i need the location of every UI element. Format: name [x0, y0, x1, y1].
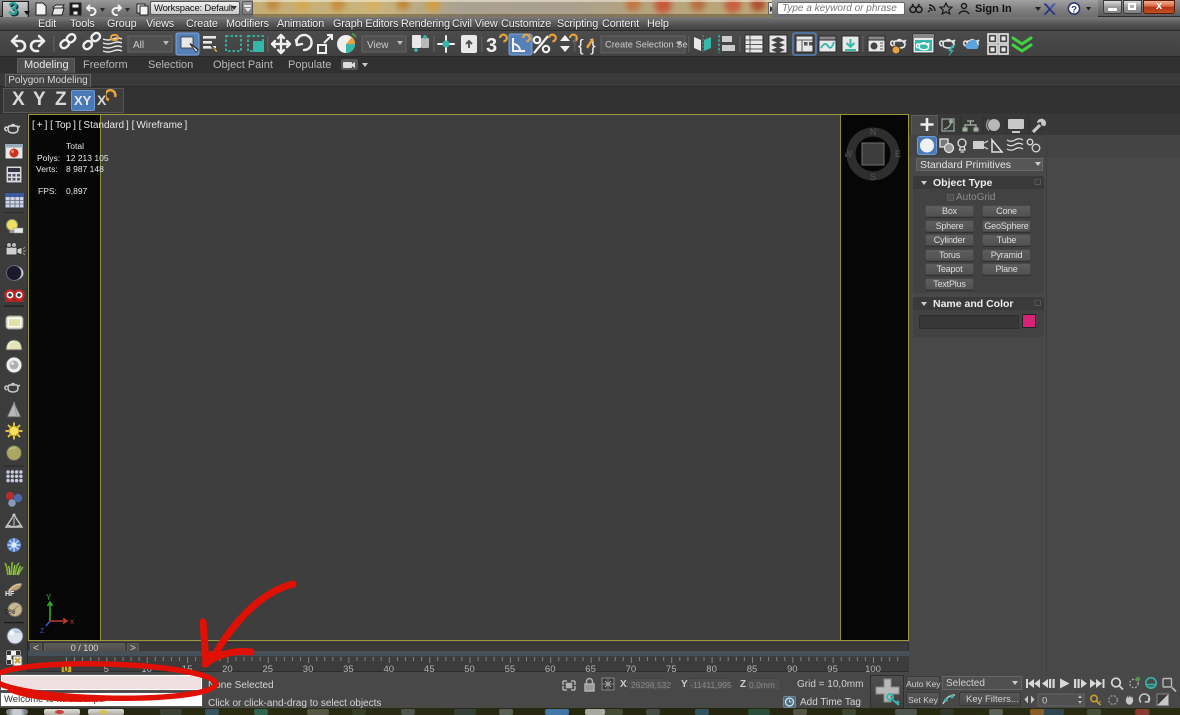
svg-text:{: {: [578, 36, 584, 55]
svg-text:View: View: [367, 40, 389, 51]
svg-text:All: All: [133, 40, 144, 51]
svg-text:?: ?: [1071, 5, 1077, 16]
svg-text:N: N: [870, 127, 877, 137]
svg-text:3: 3: [486, 35, 497, 57]
svg-text:W: W: [845, 149, 853, 159]
svg-text:Create Selection Se: Create Selection Se: [605, 40, 688, 50]
svg-text:S: S: [870, 172, 876, 182]
svg-text:0: 0: [1042, 696, 1047, 707]
svg-text:E: E: [895, 149, 901, 159]
